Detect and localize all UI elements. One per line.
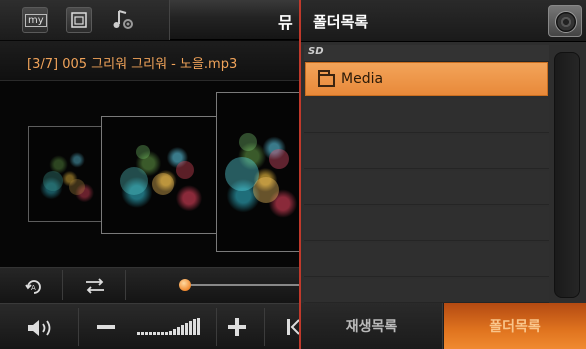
panel-header: 폴더목록 — [301, 0, 586, 42]
minus-icon[interactable] — [96, 324, 116, 330]
volume-icon[interactable] — [26, 318, 60, 338]
volume-level-icon — [137, 318, 200, 335]
album-cover-center[interactable] — [216, 92, 299, 252]
panel-title: 폴더목록 — [313, 13, 369, 31]
track-info-row: [3/7] 005 그리워 그리워 - 노을.mp3 — [0, 41, 299, 81]
repeat-a-icon[interactable]: A — [24, 277, 44, 297]
music-player: my 뮤 [3/7] 005 그리워 그리워 - 노을.mp3 A — [0, 0, 299, 349]
music-settings-icon — [113, 10, 133, 29]
player-top-tabs: my — [0, 0, 170, 40]
album-cover-left-far[interactable] — [28, 126, 104, 222]
disc-icon — [555, 11, 577, 33]
list-item — [304, 207, 549, 241]
player-title: 뮤 — [278, 13, 293, 32]
album-cover-left[interactable] — [101, 116, 219, 234]
shuffle-icon[interactable] — [84, 277, 106, 295]
seek-bar[interactable] — [180, 284, 299, 286]
list-item — [304, 99, 549, 133]
folder-icon — [318, 70, 335, 87]
scrollbar[interactable] — [554, 52, 580, 298]
list-item — [304, 171, 549, 205]
music-settings-button[interactable] — [110, 7, 136, 33]
panel-tabs: 재생목록 폴더목록 — [301, 303, 586, 349]
folder-list-panel: 폴더목록 SD Media 재생목록 폴더목록 — [299, 0, 586, 349]
window-button[interactable] — [66, 7, 92, 33]
my-button[interactable]: my — [22, 7, 48, 33]
volume-controls-row — [0, 303, 299, 349]
svg-text:A: A — [31, 284, 36, 292]
folder-item-media[interactable]: Media — [305, 62, 548, 96]
list-item — [304, 279, 549, 303]
player-top-bar: my 뮤 — [0, 0, 299, 40]
list-item — [304, 135, 549, 169]
my-icon: my — [25, 14, 47, 27]
disc-button[interactable] — [548, 5, 582, 37]
tab-folder-list[interactable]: 폴더목록 — [444, 303, 586, 349]
sd-card-icon: SD — [308, 46, 324, 57]
storage-row: SD — [304, 45, 549, 62]
seek-knob[interactable] — [179, 279, 191, 291]
window-icon — [71, 12, 87, 28]
list-item — [304, 243, 549, 277]
prev-track-icon[interactable] — [286, 318, 299, 336]
track-title: [3/7] 005 그리워 그리워 - 노을.mp3 — [27, 57, 238, 72]
folder-list: SD Media — [304, 45, 549, 303]
tab-playlist[interactable]: 재생목록 — [301, 303, 443, 349]
plus-icon[interactable] — [227, 317, 247, 337]
folder-item-label: Media — [341, 71, 384, 87]
